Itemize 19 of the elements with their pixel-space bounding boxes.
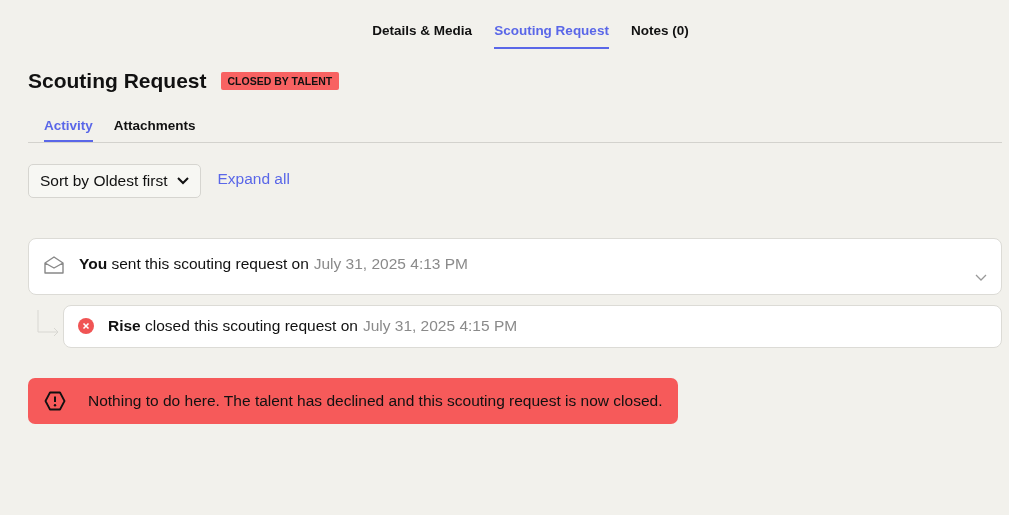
page-title: Scouting Request <box>28 69 207 93</box>
alert-message: Nothing to do here. The talent has declined and this scouting request is now closed. <box>88 392 663 410</box>
sort-dropdown[interactable]: Sort by Oldest first <box>28 164 202 198</box>
chevron-icon[interactable] <box>975 274 987 282</box>
activity-text: You sent this scouting request on <box>79 255 309 273</box>
page-tab[interactable]: Scouting Request <box>494 20 609 49</box>
activity-text: Rise closed this scouting request on <box>108 317 358 335</box>
close-circle-icon <box>78 318 94 334</box>
activity-time: July 31, 2025 4:13 PM <box>313 255 468 273</box>
page-tab[interactable]: Notes (0) <box>630 20 689 49</box>
section-tab[interactable]: Attachments <box>113 115 196 142</box>
page-tab[interactable]: Details & Media <box>372 20 473 49</box>
warning-icon <box>44 391 66 411</box>
expand-all-link[interactable]: Expand all <box>217 170 290 188</box>
status-badge: CLOSED BY TALENT <box>220 72 340 90</box>
activity-time: July 31, 2025 4:15 PM <box>362 317 518 335</box>
section-tab[interactable]: Activity <box>44 115 93 142</box>
chevron-down-icon <box>177 177 190 185</box>
envelope-icon <box>43 255 65 275</box>
